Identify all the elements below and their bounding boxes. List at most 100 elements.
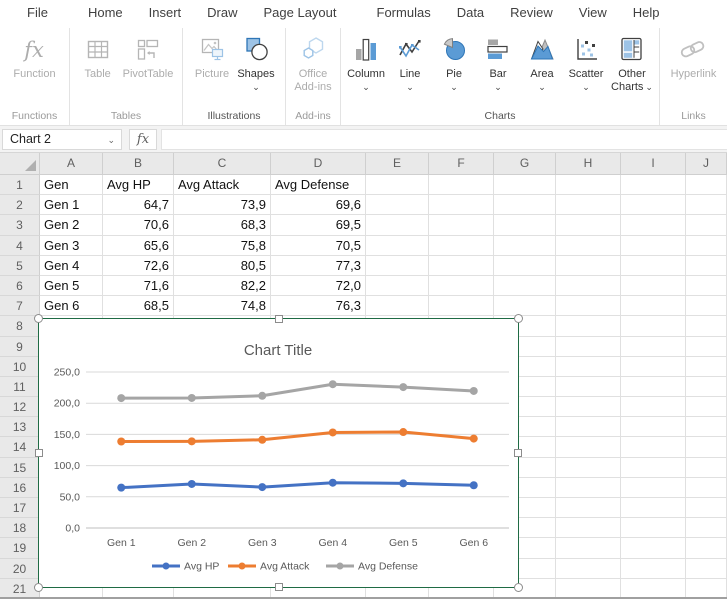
- pie-chart-button[interactable]: Pie: [432, 34, 476, 93]
- cell-E5[interactable]: [366, 256, 429, 276]
- cell-F1[interactable]: [429, 175, 494, 195]
- cell-C1[interactable]: Avg Attack: [174, 175, 271, 195]
- cell-G1[interactable]: [494, 175, 556, 195]
- row-header-18[interactable]: 18: [0, 518, 40, 538]
- cell-C6[interactable]: 82,2: [174, 276, 271, 296]
- cell-H8[interactable]: [556, 316, 621, 336]
- shapes-button[interactable]: Shapes: [234, 34, 278, 93]
- resize-handle-bottom-left[interactable]: [34, 583, 43, 592]
- row-header-19[interactable]: 19: [0, 538, 40, 558]
- cell-H6[interactable]: [556, 276, 621, 296]
- row-header-11[interactable]: 11: [0, 377, 40, 397]
- cell-H2[interactable]: [556, 195, 621, 215]
- col-header-J[interactable]: J: [686, 153, 727, 175]
- cell-H1[interactable]: [556, 175, 621, 195]
- data-point-marker[interactable]: [117, 394, 125, 402]
- col-header-I[interactable]: I: [621, 153, 686, 175]
- resize-handle-top-right[interactable]: [514, 314, 523, 323]
- col-header-A[interactable]: A: [40, 153, 103, 175]
- resize-handle-bottom-right[interactable]: [514, 583, 523, 592]
- cell-H18[interactable]: [556, 518, 621, 538]
- scatter-chart-button[interactable]: Scatter: [564, 34, 608, 93]
- cell-I21[interactable]: [621, 579, 686, 599]
- cell-J12[interactable]: [686, 397, 727, 417]
- row-header-16[interactable]: 16: [0, 478, 40, 498]
- cell-J14[interactable]: [686, 437, 727, 457]
- resize-handle-top-middle[interactable]: [275, 315, 283, 323]
- row-header-20[interactable]: 20: [0, 559, 40, 579]
- cell-I7[interactable]: [621, 296, 686, 316]
- cell-E3[interactable]: [366, 215, 429, 235]
- data-point-marker[interactable]: [188, 437, 196, 445]
- cell-H14[interactable]: [556, 437, 621, 457]
- legend-label-avg-hp[interactable]: Avg HP: [184, 561, 219, 573]
- cell-E2[interactable]: [366, 195, 429, 215]
- cell-G2[interactable]: [494, 195, 556, 215]
- row-header-17[interactable]: 17: [0, 498, 40, 518]
- name-box-chevron-icon[interactable]: [107, 130, 115, 150]
- cell-J11[interactable]: [686, 377, 727, 397]
- data-point-marker[interactable]: [188, 394, 196, 402]
- row-header-15[interactable]: 15: [0, 458, 40, 478]
- name-box[interactable]: Chart 2: [2, 129, 122, 150]
- cell-D1[interactable]: Avg Defense: [271, 175, 366, 195]
- row-header-12[interactable]: 12: [0, 397, 40, 417]
- series-line-avg-attack[interactable]: [121, 432, 474, 441]
- cell-J4[interactable]: [686, 236, 727, 256]
- cell-B1[interactable]: Avg HP: [103, 175, 174, 195]
- cell-I1[interactable]: [621, 175, 686, 195]
- cell-C3[interactable]: 68,3: [174, 215, 271, 235]
- cell-H3[interactable]: [556, 215, 621, 235]
- cell-J20[interactable]: [686, 559, 727, 579]
- cell-J18[interactable]: [686, 518, 727, 538]
- cell-H19[interactable]: [556, 538, 621, 558]
- cell-H12[interactable]: [556, 397, 621, 417]
- data-point-marker[interactable]: [188, 480, 196, 488]
- cell-G6[interactable]: [494, 276, 556, 296]
- row-header-13[interactable]: 13: [0, 417, 40, 437]
- cell-G5[interactable]: [494, 256, 556, 276]
- cell-D4[interactable]: 70,5: [271, 236, 366, 256]
- formula-input[interactable]: [161, 129, 727, 150]
- cell-B7[interactable]: 68,5: [103, 296, 174, 316]
- cell-I5[interactable]: [621, 256, 686, 276]
- pivottable-button[interactable]: PivotTable: [120, 34, 177, 82]
- row-header-6[interactable]: 6: [0, 276, 40, 296]
- cell-J3[interactable]: [686, 215, 727, 235]
- row-header-3[interactable]: 3: [0, 215, 40, 235]
- cell-J15[interactable]: [686, 458, 727, 478]
- chart-title[interactable]: Chart Title: [244, 342, 312, 359]
- cell-H16[interactable]: [556, 478, 621, 498]
- bar-chart-button[interactable]: Bar: [476, 34, 520, 93]
- cell-J17[interactable]: [686, 498, 727, 518]
- legend-label-avg-attack[interactable]: Avg Attack: [260, 561, 310, 573]
- cell-B4[interactable]: 65,6: [103, 236, 174, 256]
- resize-handle-bottom-middle[interactable]: [275, 583, 283, 591]
- cell-E1[interactable]: [366, 175, 429, 195]
- cell-A1[interactable]: Gen: [40, 175, 103, 195]
- cell-J6[interactable]: [686, 276, 727, 296]
- tab-view[interactable]: View: [566, 0, 620, 28]
- cell-J9[interactable]: [686, 337, 727, 357]
- cell-A7[interactable]: Gen 6: [40, 296, 103, 316]
- col-header-B[interactable]: B: [103, 153, 174, 175]
- cell-F3[interactable]: [429, 215, 494, 235]
- series-line-avg-hp[interactable]: [121, 483, 474, 488]
- tab-review[interactable]: Review: [497, 0, 566, 28]
- cell-I14[interactable]: [621, 437, 686, 457]
- cell-G3[interactable]: [494, 215, 556, 235]
- cell-I6[interactable]: [621, 276, 686, 296]
- cell-H5[interactable]: [556, 256, 621, 276]
- data-point-marker[interactable]: [117, 484, 125, 492]
- tab-file[interactable]: File: [14, 0, 61, 28]
- cell-A6[interactable]: Gen 5: [40, 276, 103, 296]
- cell-B3[interactable]: 70,6: [103, 215, 174, 235]
- cell-J10[interactable]: [686, 357, 727, 377]
- legend-label-avg-defense[interactable]: Avg Defense: [358, 561, 418, 573]
- data-point-marker[interactable]: [399, 383, 407, 391]
- row-header-10[interactable]: 10: [0, 357, 40, 377]
- cell-E4[interactable]: [366, 236, 429, 256]
- cell-I16[interactable]: [621, 478, 686, 498]
- cell-A5[interactable]: Gen 4: [40, 256, 103, 276]
- cell-G7[interactable]: [494, 296, 556, 316]
